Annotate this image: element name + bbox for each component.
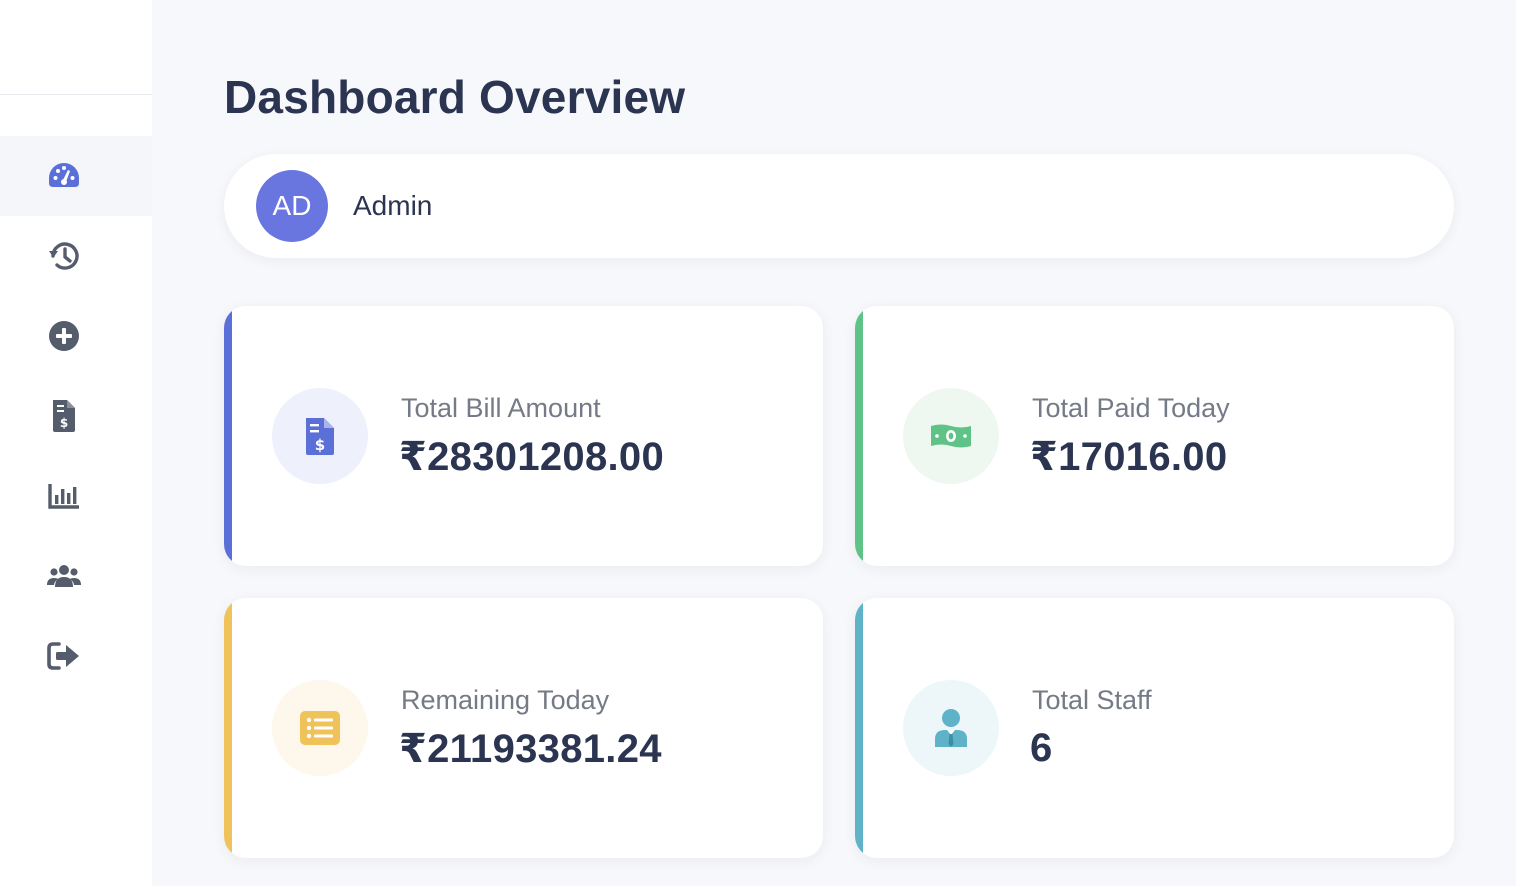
card-accent bbox=[855, 598, 863, 858]
card-accent bbox=[855, 306, 863, 566]
card-label: Total Paid Today bbox=[1032, 393, 1230, 423]
money-bill-icon bbox=[903, 388, 999, 484]
sidebar-item-dashboard[interactable] bbox=[0, 136, 152, 216]
page-title: Dashboard Overview bbox=[224, 71, 686, 123]
sidebar-item-add[interactable] bbox=[0, 296, 152, 376]
logout-icon bbox=[47, 639, 81, 673]
card-label: Total Bill Amount bbox=[401, 393, 601, 423]
history-icon bbox=[47, 239, 81, 273]
sidebar-item-staff[interactable] bbox=[0, 536, 152, 616]
invoice-icon: $ bbox=[47, 399, 81, 433]
list-icon bbox=[272, 680, 368, 776]
card-value: ₹28301208.00 bbox=[399, 435, 665, 479]
card-value: 6 bbox=[1030, 726, 1053, 770]
stat-card-paid-today: Total Paid Today ₹17016.00 bbox=[855, 306, 1454, 566]
stat-card-total-staff: Total Staff 6 bbox=[855, 598, 1454, 858]
card-label: Total Staff bbox=[1032, 685, 1152, 715]
card-value: ₹17016.00 bbox=[1030, 435, 1228, 479]
card-value: ₹21193381.24 bbox=[399, 727, 662, 771]
card-accent bbox=[224, 598, 232, 858]
sidebar-item-invoice[interactable]: $ bbox=[0, 376, 152, 456]
svg-text:$: $ bbox=[60, 416, 68, 430]
sidebar: $ bbox=[0, 0, 152, 886]
svg-text:$: $ bbox=[315, 436, 325, 454]
sidebar-item-logout[interactable] bbox=[0, 616, 152, 696]
staff-user-icon bbox=[903, 680, 999, 776]
stat-card-total-bill: $ Total Bill Amount ₹28301208.00 bbox=[224, 306, 823, 566]
bar-chart-icon bbox=[47, 479, 81, 513]
sidebar-header bbox=[0, 0, 152, 95]
sidebar-nav: $ bbox=[0, 136, 152, 696]
add-circle-icon bbox=[47, 319, 81, 353]
user-name: Admin bbox=[353, 190, 433, 221]
card-label: Remaining Today bbox=[401, 685, 610, 715]
sidebar-item-reports[interactable] bbox=[0, 456, 152, 536]
stat-card-remaining-today: Remaining Today ₹21193381.24 bbox=[224, 598, 823, 858]
user-profile-bar: AD Admin bbox=[224, 154, 1454, 258]
sidebar-item-history[interactable] bbox=[0, 216, 152, 296]
dashboard-gauge-icon bbox=[47, 159, 81, 193]
users-icon bbox=[47, 559, 81, 593]
card-accent bbox=[224, 306, 232, 566]
avatar[interactable]: AD bbox=[256, 170, 328, 242]
invoice-icon: $ bbox=[272, 388, 368, 484]
